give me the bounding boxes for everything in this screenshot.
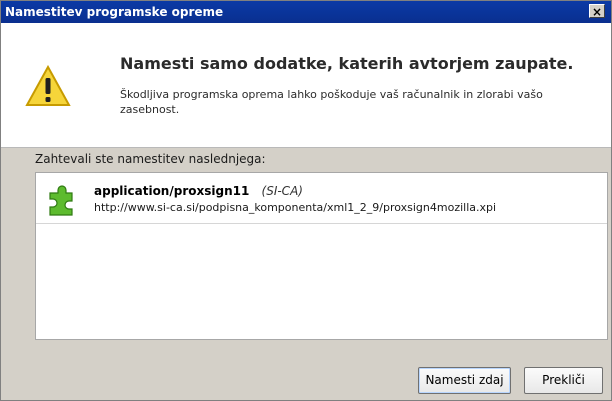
window-title: Namestitev programske opreme [5,5,224,19]
puzzle-piece-icon [49,185,73,216]
dialog-header: Namesti samo dodatke, katerih avtorjem z… [1,23,611,148]
addon-name: application/proxsign11 (SI-CA) [94,184,303,198]
addon-author: (SI-CA) [261,184,303,198]
list-item[interactable]: application/proxsign11 (SI-CA) http://ww… [36,173,607,224]
install-dialog: Namestitev programske opreme × Namesti s… [0,0,612,401]
close-icon: × [591,5,603,19]
addon-url: http://www.si-ca.si/podpisna_komponenta/… [94,201,497,214]
cancel-button[interactable]: Prekliči [524,367,603,394]
warning-icon [25,65,71,106]
addon-name-text: application/proxsign11 [94,184,250,198]
warning-headline: Namesti samo dodatke, katerih avtorjem z… [120,54,574,73]
install-list: application/proxsign11 (SI-CA) http://ww… [35,172,608,340]
close-button[interactable]: × [589,4,605,19]
requested-label: Zahtevali ste namestitev naslednjega: [35,152,266,166]
warning-subtext: Škodljiva programska oprema lahko poškod… [120,88,543,116]
install-now-button[interactable]: Namesti zdaj [418,367,511,394]
title-bar: Namestitev programske opreme × [1,1,611,23]
